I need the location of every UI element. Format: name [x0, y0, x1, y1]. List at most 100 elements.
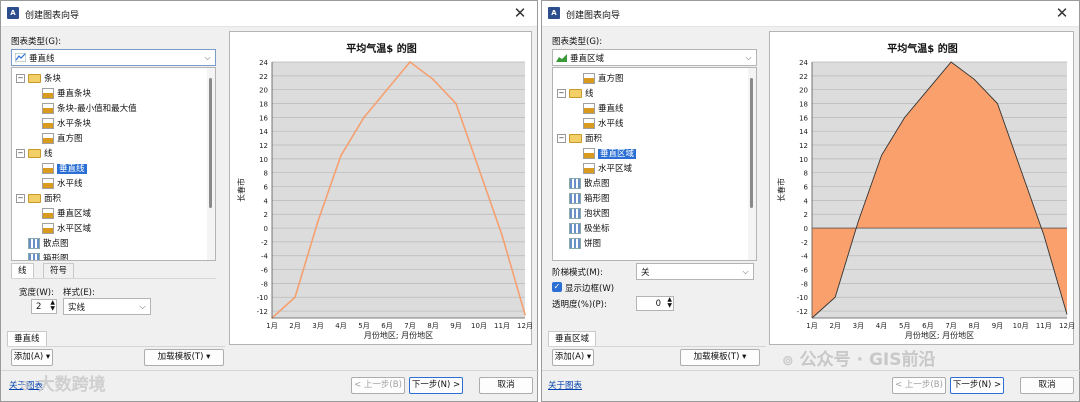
- tree-node[interactable]: 泡状图: [569, 207, 610, 221]
- load-template-label: 加载模板(T): [157, 352, 204, 362]
- data-point: [478, 168, 480, 171]
- tree-node[interactable]: 直方图: [42, 132, 83, 146]
- tree-node[interactable]: 垂直条块: [42, 87, 91, 101]
- tree-node[interactable]: 水平线: [42, 177, 83, 191]
- collapse-icon[interactable]: −: [16, 149, 25, 158]
- y-tick-label: -4: [801, 253, 809, 261]
- tree-node[interactable]: 散点图: [569, 177, 610, 191]
- tab-line[interactable]: 线: [11, 263, 34, 278]
- tree-node-label: 垂直区域: [598, 149, 637, 159]
- tree-node[interactable]: 垂直区域: [583, 147, 637, 161]
- tree-node[interactable]: 直方图: [583, 72, 624, 86]
- chart-type-icon: [42, 103, 54, 114]
- y-tick-label: 4: [264, 197, 269, 205]
- chart-type-icon: [28, 238, 40, 249]
- tree-node-label: 垂直区域: [57, 209, 92, 219]
- y-tick-label: -2: [801, 239, 808, 247]
- collapse-icon[interactable]: −: [557, 134, 566, 143]
- chart-type-icon: [28, 253, 40, 260]
- chart-type-tree[interactable]: 直方图 − 线垂直线水平线 − 面积垂直区域水平区域 散点图 箱形图 泡状图 极坐标 饼图: [552, 67, 757, 261]
- scrollbar-thumb[interactable]: [209, 78, 212, 208]
- tree-node[interactable]: − 面积: [557, 132, 602, 146]
- step-mode-label: 阶梯模式(M):: [552, 268, 603, 278]
- add-button[interactable]: 添加(A) ▾: [552, 349, 594, 366]
- back-button[interactable]: < 上一步(B): [351, 377, 405, 394]
- scrollbar-thumb[interactable]: [750, 78, 753, 208]
- y-tick-label: -8: [801, 280, 808, 288]
- width-stepper[interactable]: 2 ▲ ▼: [31, 299, 57, 314]
- tree-node[interactable]: 垂直线: [42, 162, 87, 176]
- x-tick-label: 11月: [1036, 322, 1052, 330]
- chart-preview: 24 22 20 18 16 14 12 10 8 6 4 2 0 -2 -4 -6 -8 -10 -12 1月 2月 3…: [229, 31, 533, 345]
- tree-node[interactable]: 箱形图: [569, 192, 610, 206]
- add-button[interactable]: 添加(A) ▾: [11, 349, 53, 366]
- y-tick-label: 20: [259, 87, 268, 95]
- data-point: [501, 234, 503, 236]
- chart-type-tree[interactable]: − 条块 垂直条块 条块-最小值和最大值 水平条块 直方图 − 线垂直线 水平线 − 面积垂直区域水…: [11, 67, 216, 261]
- x-tick-label: 5月: [358, 322, 369, 330]
- tree-node[interactable]: 条块-最小值和最大值: [42, 102, 137, 116]
- tree-node-label: 散点图: [43, 239, 69, 249]
- next-button[interactable]: 下一步(N) >: [950, 377, 1004, 394]
- chevron-down-icon: ⌵: [204, 53, 211, 62]
- y-tick-label: 14: [799, 128, 808, 136]
- tree-node[interactable]: 水平区域: [583, 162, 632, 176]
- load-template-button[interactable]: 加载模板(T) ▾: [144, 349, 224, 366]
- transparency-stepper[interactable]: 0 ▲ ▼: [636, 296, 674, 311]
- line-chart: 242220181614121086420-2-4-6-8-10-121月 2月 3…: [236, 42, 533, 340]
- tree-node[interactable]: 饼图: [569, 237, 601, 251]
- tree-node[interactable]: 垂直线: [583, 102, 624, 116]
- line-style-value: 实线: [68, 303, 86, 313]
- chart-type-value: 垂直区域: [570, 54, 605, 64]
- chart-type-dropdown[interactable]: 垂直线 ⌵: [11, 49, 216, 66]
- close-button[interactable]: ✕: [1053, 4, 1071, 22]
- y-tick-label: 22: [259, 73, 268, 81]
- tree-node[interactable]: 水平区域: [42, 222, 91, 236]
- folder-icon: [28, 149, 41, 158]
- chart-type-icon: [42, 178, 54, 189]
- x-tick-label: 12月: [517, 322, 533, 330]
- tree-node[interactable]: 散点图: [28, 237, 69, 251]
- y-tick-label: 8: [804, 170, 808, 178]
- x-tick-label: 6月: [922, 322, 933, 330]
- collapse-icon[interactable]: −: [16, 74, 25, 83]
- collapse-icon[interactable]: −: [557, 89, 566, 98]
- y-tick-label: 24: [799, 59, 808, 67]
- tab-symbol[interactable]: 符号: [43, 263, 75, 278]
- chart-type-dropdown[interactable]: 垂直区域 ⌵: [552, 49, 757, 66]
- watermark-right: ⊚ 公众号 · GIS前沿: [782, 350, 936, 370]
- tree-node[interactable]: − 条块: [16, 72, 61, 86]
- tree-node[interactable]: 垂直区域: [42, 207, 91, 221]
- width-value: 2: [36, 302, 42, 312]
- y-tick-label: 18: [259, 101, 268, 109]
- tree-node-label: 垂直线: [598, 104, 624, 114]
- y-tick-label: 24: [259, 59, 268, 67]
- cancel-button[interactable]: 取消: [479, 377, 533, 394]
- show-border-checkbox[interactable]: ✓: [552, 282, 562, 292]
- tree-node[interactable]: 水平条块: [42, 117, 91, 131]
- stepper-arrows-icon[interactable]: ▲ ▼: [50, 300, 55, 312]
- stepper-arrows-icon[interactable]: ▲ ▼: [667, 297, 672, 309]
- tree-node[interactable]: − 线: [16, 147, 53, 161]
- tree-node[interactable]: − 线: [557, 87, 594, 101]
- series-tab[interactable]: 垂直线: [7, 331, 47, 347]
- load-template-button[interactable]: 加载模板(T) ▾: [680, 349, 760, 366]
- tree-scrollbar[interactable]: [748, 68, 756, 260]
- close-button[interactable]: ✕: [511, 4, 529, 22]
- tree-scrollbar[interactable]: [207, 68, 215, 260]
- tree-node[interactable]: 极坐标: [569, 222, 610, 236]
- line-style-dropdown[interactable]: 实线 ⌵: [63, 298, 151, 315]
- next-button[interactable]: 下一步(N) >: [409, 377, 463, 394]
- tree-node[interactable]: 水平线: [583, 117, 624, 131]
- x-tick-label: 7月: [404, 322, 415, 330]
- step-mode-dropdown[interactable]: 关 ⌵: [636, 263, 754, 280]
- collapse-icon[interactable]: −: [16, 194, 25, 203]
- about-chart-link[interactable]: 关于图表: [548, 379, 582, 391]
- series-tab[interactable]: 垂直区域: [548, 331, 597, 347]
- cancel-button[interactable]: 取消: [1020, 377, 1074, 394]
- area-chart-icon: [556, 54, 567, 62]
- tree-node[interactable]: 箱形图: [28, 252, 69, 260]
- back-button[interactable]: < 上一步(B): [892, 377, 946, 394]
- tree-node[interactable]: − 面积: [16, 192, 61, 206]
- x-tick-label: 4月: [876, 322, 887, 330]
